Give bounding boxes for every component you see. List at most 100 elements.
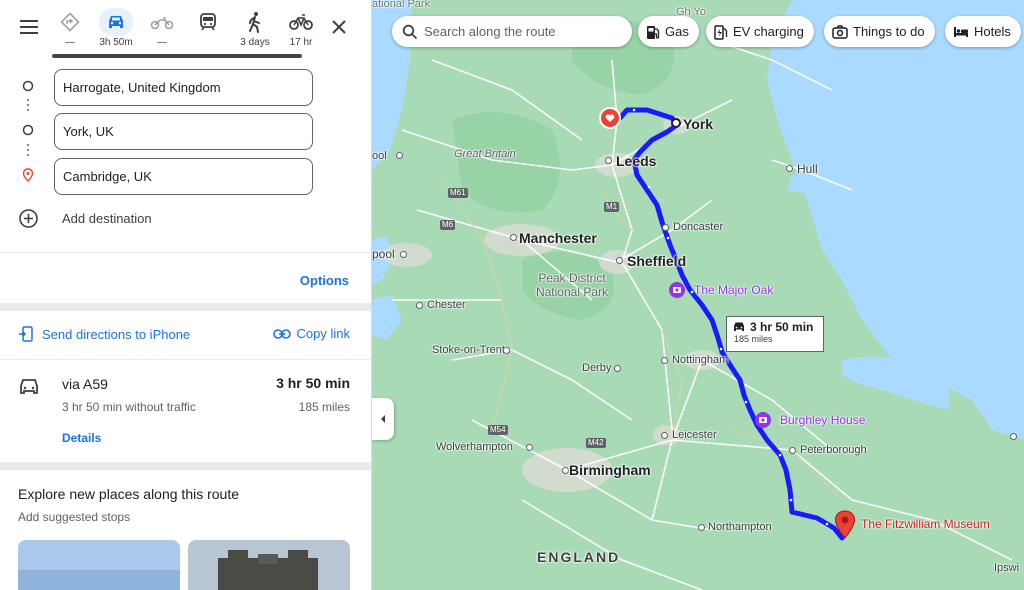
chip-hotels[interactable]: Hotels — [945, 16, 1021, 47]
route-via: via A59 — [62, 376, 108, 392]
options-button[interactable]: Options — [300, 273, 349, 288]
divider — [0, 252, 371, 253]
camera-icon — [832, 24, 848, 39]
map-label-england: ENGLAND — [537, 549, 621, 565]
waypoint-input[interactable]: York, UK — [54, 113, 313, 150]
close-icon[interactable] — [326, 14, 352, 40]
town-marker[interactable] — [605, 157, 612, 164]
chip-ev-charging[interactable]: EV charging — [706, 16, 814, 47]
map-label-peak-district[interactable]: Peak District National Park — [532, 271, 612, 299]
origin-input[interactable]: Harrogate, United Kingdom — [54, 69, 313, 106]
stop-row: York, UK — [0, 108, 371, 152]
copy-link-button[interactable]: Copy link — [272, 326, 350, 341]
motorway-shield: M1 — [604, 202, 620, 212]
add-destination-label: Add destination — [62, 211, 152, 226]
motorway-shield: M61 — [448, 188, 468, 198]
stop-row: Harrogate, United Kingdom — [0, 64, 371, 108]
map-label-doncaster[interactable]: Doncaster — [673, 221, 723, 233]
town-marker[interactable] — [789, 447, 796, 454]
map-canvas[interactable]: M61 M6 M1 M54 M42 York Leeds Hull Great … — [372, 0, 1024, 590]
saved-place-marker-icon[interactable] — [599, 107, 621, 129]
map-label-york[interactable]: York — [683, 116, 713, 132]
town-marker[interactable] — [416, 302, 423, 309]
menu-icon[interactable] — [16, 14, 42, 40]
map-label-fitzwilliam-museum[interactable]: The Fitzwilliam Museum — [861, 517, 990, 531]
town-marker[interactable] — [526, 444, 533, 451]
town-marker[interactable] — [1010, 433, 1017, 440]
map-label-chester[interactable]: Chester — [427, 299, 466, 311]
map-label-derby[interactable]: Derby — [582, 362, 611, 374]
destination-pin-icon[interactable] — [834, 510, 856, 540]
motorcycle-icon — [145, 8, 179, 36]
map-label-burghley-house[interactable]: Burghley House — [780, 413, 865, 427]
town-marker[interactable] — [396, 152, 403, 159]
route-distance: 185 miles — [298, 400, 350, 414]
route-duration-callout[interactable]: 3 hr 50 min 185 miles — [726, 316, 824, 352]
origin-circle-icon — [22, 80, 34, 92]
motorway-shield: M42 — [586, 438, 606, 448]
town-marker[interactable] — [510, 234, 517, 241]
chip-gas[interactable]: Gas — [638, 16, 699, 47]
town-marker[interactable] — [616, 257, 623, 264]
add-destination-button[interactable]: Add destination — [0, 206, 371, 232]
ev-charging-icon — [714, 24, 728, 40]
mode-cycling[interactable]: 17 hr — [273, 8, 329, 54]
diamond-turn-icon — [53, 8, 87, 36]
map-label-liverpool-fragment[interactable]: pool — [372, 247, 395, 261]
town-marker[interactable] — [698, 524, 705, 531]
send-to-phone-button[interactable]: Send directions to iPhone — [18, 326, 190, 342]
travel-mode-bar: — 3h 50m — 3 days 17 hr — [0, 0, 371, 58]
search-placeholder: Search along the route — [424, 24, 556, 39]
callout-time: 3 hr 50 min — [750, 320, 814, 334]
chip-hotels-label: Hotels — [974, 24, 1011, 39]
map-label-manchester[interactable]: Manchester — [519, 230, 597, 246]
bed-icon — [954, 26, 968, 37]
map-label-great-britain: Great Britain — [454, 148, 516, 160]
town-marker[interactable] — [400, 251, 407, 258]
chip-things-to-do[interactable]: Things to do — [824, 16, 935, 47]
train-icon — [191, 8, 225, 36]
waypoint-marker-icon[interactable] — [670, 117, 682, 129]
town-marker[interactable] — [614, 365, 621, 372]
town-marker[interactable] — [662, 224, 669, 231]
map-label-wolverhampton[interactable]: Wolverhampton — [436, 441, 513, 453]
travel-mode-scrollbar[interactable] — [52, 54, 302, 58]
map-label-northampton[interactable]: Northampton — [708, 521, 772, 533]
car-icon — [99, 8, 133, 36]
map-label-stoke[interactable]: Stoke-on-Trent — [432, 344, 505, 356]
map-label-hull[interactable]: Hull — [797, 162, 818, 176]
map-label-nottingham[interactable]: Nottingham — [672, 354, 728, 366]
route-option[interactable]: via A59 3 hr 50 min 3 hr 50 min without … — [0, 360, 371, 460]
map-label-sheffield[interactable]: Sheffield — [627, 253, 686, 269]
waypoint-circle-icon — [22, 124, 34, 136]
suggested-stop-photo[interactable] — [18, 540, 180, 590]
details-link[interactable]: Details — [62, 431, 101, 445]
map-label-peterborough[interactable]: Peterborough — [800, 444, 867, 456]
send-to-phone-label: Send directions to iPhone — [42, 326, 191, 342]
map-label-leicester[interactable]: Leicester — [672, 429, 717, 441]
map-label-birmingham[interactable]: Birmingham — [569, 462, 651, 478]
town-marker[interactable] — [661, 357, 668, 364]
attraction-marker-icon[interactable] — [754, 411, 772, 429]
map-label-leeds[interactable]: Leeds — [616, 153, 656, 169]
chip-gas-label: Gas — [665, 24, 689, 39]
chip-things-to-do-label: Things to do — [853, 24, 925, 39]
map-label-major-oak[interactable]: The Major Oak — [694, 283, 773, 297]
town-marker[interactable] — [562, 467, 569, 474]
mode-cycling-label: 17 hr — [289, 37, 313, 48]
town-marker[interactable] — [786, 165, 793, 172]
chip-ev-charging-label: EV charging — [733, 24, 804, 39]
search-along-route-input[interactable]: Search along the route — [392, 16, 632, 47]
chevron-left-icon — [381, 415, 385, 423]
town-marker[interactable] — [661, 432, 668, 439]
map-label-ipswich-fragment[interactable]: Ipswi — [994, 562, 1019, 574]
attraction-marker-icon[interactable] — [668, 281, 686, 299]
car-icon — [734, 322, 744, 331]
map-label-blackpool-fragment[interactable]: ool — [372, 150, 387, 162]
search-icon — [402, 24, 418, 39]
destination-input[interactable]: Cambridge, UK — [54, 158, 313, 195]
suggested-stop-photo[interactable] — [188, 540, 350, 590]
add-circle-icon — [19, 209, 38, 228]
collapse-panel-button[interactable] — [372, 398, 394, 440]
bicycle-icon — [284, 8, 318, 36]
